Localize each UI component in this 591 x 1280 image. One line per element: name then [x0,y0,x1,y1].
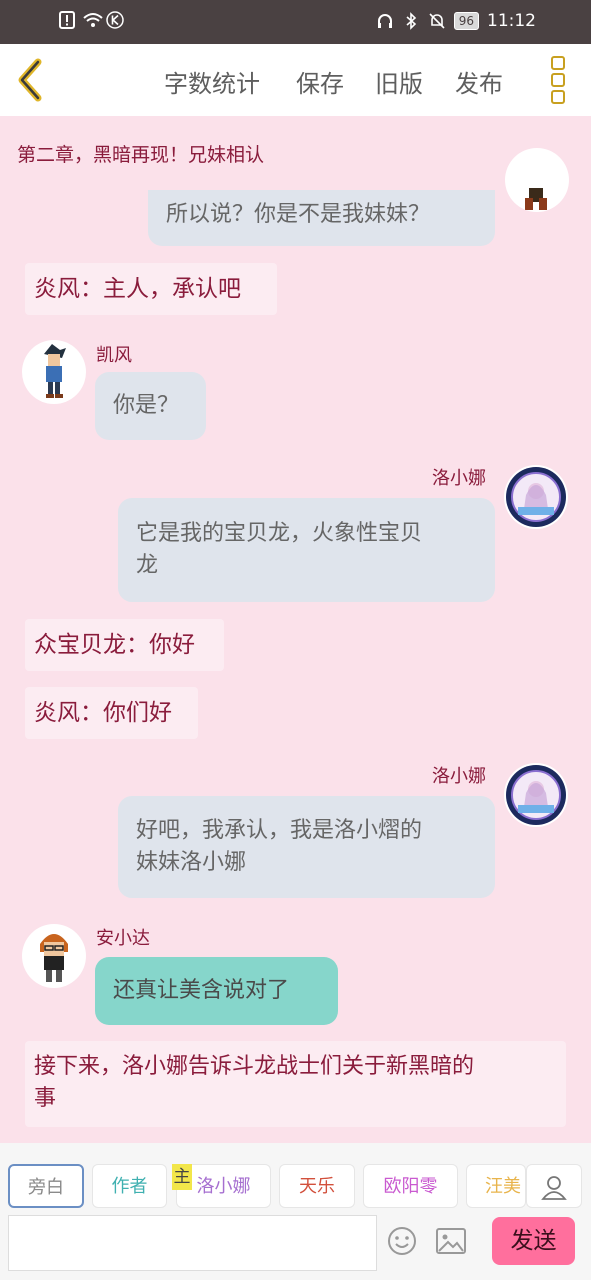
message-text-line: 好吧，我承认，我是洛小熠的 [136,818,423,843]
alert-icon [58,11,76,29]
narration-text: 炎风：主人，承认吧 [34,276,241,302]
message-text-line: 妹妹洛小娜 [136,850,247,875]
character-chip-narrator[interactable]: 旁白 [8,1164,84,1208]
narration-text: 众宝贝龙：你好 [34,632,195,658]
avatar-luoxiaona[interactable] [504,763,568,827]
person-icon [541,1176,567,1200]
message-bubble-8[interactable]: 还真让美含说对了 [95,957,338,1025]
character-name: 洛小娜 [196,1176,251,1197]
back-button[interactable] [12,58,52,102]
message-input[interactable] [8,1215,377,1271]
message-text-line: 它是我的宝贝龙，火象性宝贝 [136,521,423,546]
character-chip-author[interactable]: 作者 [92,1164,167,1208]
narration-1[interactable]: 炎风：主人，承认吧 [25,263,277,315]
narration-3[interactable]: 炎风：你们好 [25,687,198,739]
status-bar: 96 11:12 [0,0,591,44]
sender-name: 凯风 [96,345,132,366]
chevron-left-icon [18,58,42,102]
main-character-badge: 主 [172,1164,192,1190]
send-button[interactable]: 发送 [492,1217,575,1265]
avatar-kaifeng[interactable] [22,340,86,404]
sender-name: 洛小娜 [432,766,486,787]
bluetooth-icon [402,12,420,30]
narration-2[interactable]: 众宝贝龙：你好 [25,619,224,671]
headphones-icon [376,12,394,30]
avatar-partial[interactable] [505,148,569,212]
narration-4[interactable]: 接下来，洛小娜告诉斗龙战士们关于新黑暗的 事 [25,1041,566,1127]
sender-name: 洛小娜 [432,468,486,489]
composer-panel: 旁白 作者 洛小娜 主 天乐 欧阳零 汪美 发送 [0,1143,591,1280]
emoji-icon[interactable] [386,1225,418,1257]
sender-name: 安小达 [96,928,150,949]
message-text: 你是？ [113,393,180,418]
save-button[interactable]: 保存 [296,64,344,99]
character-chip-wangmei[interactable]: 汪美 [466,1164,526,1208]
wifi-icon [82,11,103,29]
avatar-luoxiaona[interactable] [504,465,568,529]
chapter-title: 第二章，黑暗再现！兄妹相认 [17,144,265,166]
message-bubble-7[interactable]: 好吧，我承认，我是洛小熠的 妹妹洛小娜 [118,796,495,898]
character-chip-tianle[interactable]: 天乐 [279,1164,355,1208]
word-count-button[interactable]: 字数统计 [164,64,260,99]
message-text: 还真让美含说对了 [113,978,290,1003]
k-app-icon [106,11,124,29]
old-version-button[interactable]: 旧版 [375,64,423,99]
avatar-anxiaoda[interactable] [22,924,86,988]
profile-button[interactable] [526,1164,582,1208]
battery-indicator: 96 [453,12,479,30]
message-bubble-4[interactable]: 它是我的宝贝龙，火象性宝贝 龙 [118,498,495,602]
more-vertical-icon[interactable] [546,56,570,106]
message-text-line: 龙 [136,553,159,578]
character-chip-ouyangling[interactable]: 欧阳零 [363,1164,458,1208]
clock: 11:12 [487,11,536,31]
message-bubble-1[interactable]: 所以说？你是不是我妹妹？ [148,190,495,246]
top-bar: 字数统计 保存 旧版 发布 [0,44,591,116]
narration-text: 炎风：你们好 [34,700,172,726]
image-icon[interactable] [435,1227,467,1255]
message-bubble-3[interactable]: 你是？ [95,372,206,440]
message-text: 所以说？你是不是我妹妹？ [166,202,431,227]
mute-bell-icon [428,12,446,30]
narration-text-line: 事 [34,1086,57,1111]
publish-button[interactable]: 发布 [455,64,503,99]
narration-text-line: 接下来，洛小娜告诉斗龙战士们关于新黑暗的 [34,1054,475,1079]
